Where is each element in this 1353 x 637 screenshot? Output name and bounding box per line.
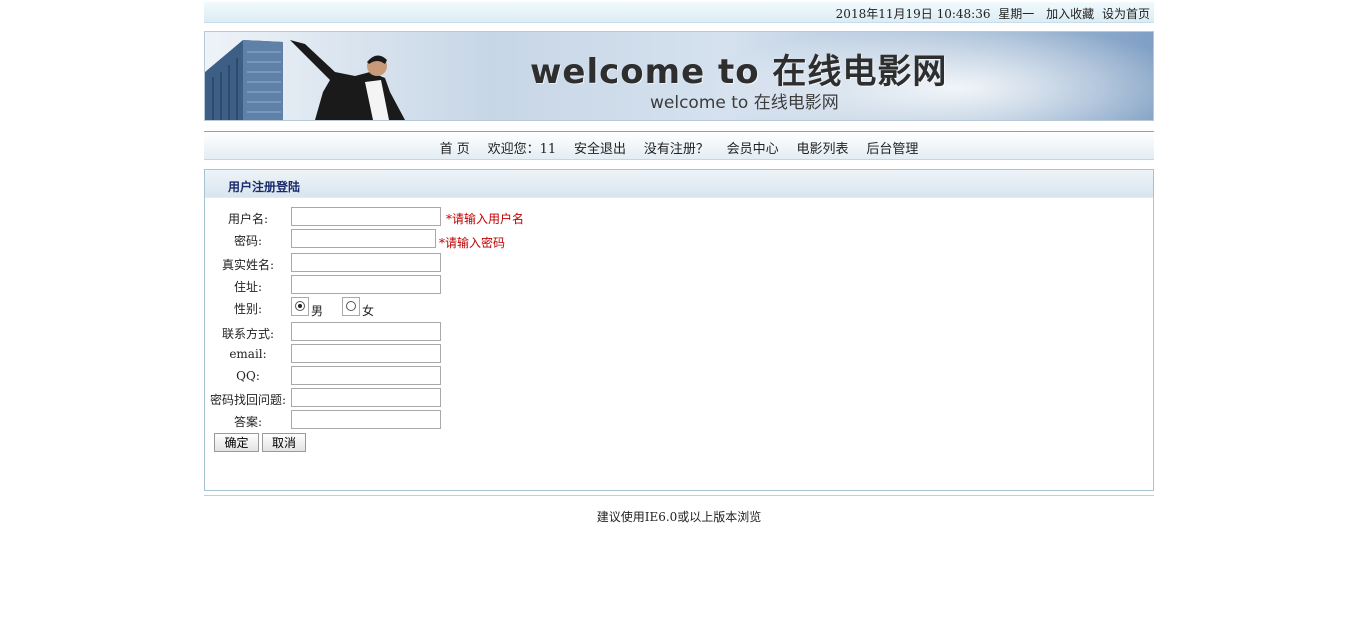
question-label: 密码找回问题: bbox=[209, 393, 287, 407]
contact-row: 联系方式: bbox=[205, 322, 805, 343]
gender-label: 性别: bbox=[233, 302, 263, 316]
password-row: 密码: *请输入密码 bbox=[205, 229, 805, 250]
nav-item-register[interactable]: 没有注册？ bbox=[644, 138, 709, 157]
qq-input[interactable] bbox=[291, 366, 441, 385]
username-input[interactable] bbox=[291, 207, 441, 226]
register-panel-header: 用户注册登陆 bbox=[205, 170, 1153, 198]
email-input[interactable] bbox=[291, 344, 441, 363]
password-label: 密码: bbox=[233, 234, 263, 248]
banner-title: welcome to 在线电影网 bbox=[530, 52, 948, 92]
banner-subtitle: welcome to 在线电影网 bbox=[650, 93, 839, 113]
gender-male-radio[interactable] bbox=[291, 297, 309, 316]
contact-input[interactable] bbox=[291, 322, 441, 341]
realname-row: 真实姓名: bbox=[205, 253, 805, 274]
email-label: email: bbox=[229, 347, 267, 361]
main-nav: 首 页 欢迎您：11 安全退出 没有注册？ 会员中心 电影列表 后台管理 bbox=[204, 131, 1154, 160]
nav-item-admin[interactable]: 后台管理 bbox=[866, 138, 918, 157]
gender-female-label: 女 bbox=[362, 304, 375, 318]
answer-label: 答案: bbox=[233, 415, 263, 429]
gender-male-label: 男 bbox=[311, 304, 324, 318]
nav-item-home[interactable]: 首 页 bbox=[440, 138, 470, 157]
set-homepage-link[interactable]: 设为首页 bbox=[1102, 7, 1150, 21]
gender-row: 性别: 男 女 bbox=[205, 297, 805, 318]
address-label: 住址: bbox=[233, 280, 263, 294]
password-hint: *请输入密码 bbox=[439, 236, 506, 250]
answer-row: 答案: bbox=[205, 410, 805, 431]
question-row: 密码找回问题: bbox=[205, 388, 805, 409]
top-bar: 2018年11月19日 10:48:36 星期一 加入收藏 设为首页 bbox=[204, 2, 1154, 23]
submit-button[interactable]: 确定 bbox=[214, 433, 259, 452]
contact-label: 联系方式: bbox=[221, 327, 275, 341]
footer-divider bbox=[204, 495, 1154, 496]
answer-input[interactable] bbox=[291, 410, 441, 429]
gender-female-radio[interactable] bbox=[342, 297, 360, 316]
username-row: 用户名: *请输入用户名 bbox=[205, 207, 805, 228]
nav-item-logout[interactable]: 安全退出 bbox=[574, 138, 626, 157]
nav-item-welcome[interactable]: 欢迎您：11 bbox=[488, 138, 557, 157]
qq-row: QQ: bbox=[205, 366, 805, 387]
radio-checked-icon bbox=[295, 301, 305, 311]
register-panel: 用户注册登陆 用户名: *请输入用户名 密码: *请输入密码 真实姓名: 住址:… bbox=[204, 169, 1154, 491]
realname-input[interactable] bbox=[291, 253, 441, 272]
address-input[interactable] bbox=[291, 275, 441, 294]
nav-item-member-center[interactable]: 会员中心 bbox=[727, 138, 779, 157]
current-weekday: 星期一 bbox=[998, 7, 1035, 21]
add-bookmark-link[interactable]: 加入收藏 bbox=[1046, 7, 1094, 21]
question-input[interactable] bbox=[291, 388, 441, 407]
footer-note: 建议使用IE6.0或以上版本浏览 bbox=[596, 510, 762, 524]
qq-label: QQ: bbox=[236, 369, 260, 383]
address-row: 住址: bbox=[205, 275, 805, 296]
username-label: 用户名: bbox=[227, 212, 269, 226]
email-row: email: bbox=[205, 344, 805, 365]
banner-illustration bbox=[205, 40, 405, 120]
header-banner: welcome to 在线电影网 welcome to 在线电影网 bbox=[204, 31, 1154, 121]
password-input[interactable] bbox=[291, 229, 436, 248]
cancel-button[interactable]: 取消 bbox=[262, 433, 306, 452]
current-datetime: 2018年11月19日 10:48:36 bbox=[835, 7, 991, 21]
top-bar-right: 2018年11月19日 10:48:36 星期一 加入收藏 设为首页 bbox=[832, 5, 1150, 22]
username-hint: *请输入用户名 bbox=[446, 212, 525, 226]
realname-label: 真实姓名: bbox=[221, 258, 275, 272]
nav-items: 首 页 欢迎您：11 安全退出 没有注册？ 会员中心 电影列表 后台管理 bbox=[433, 138, 926, 157]
register-panel-title: 用户注册登陆 bbox=[228, 180, 301, 194]
nav-item-movie-list[interactable]: 电影列表 bbox=[797, 138, 849, 157]
radio-unchecked-icon bbox=[346, 301, 356, 311]
